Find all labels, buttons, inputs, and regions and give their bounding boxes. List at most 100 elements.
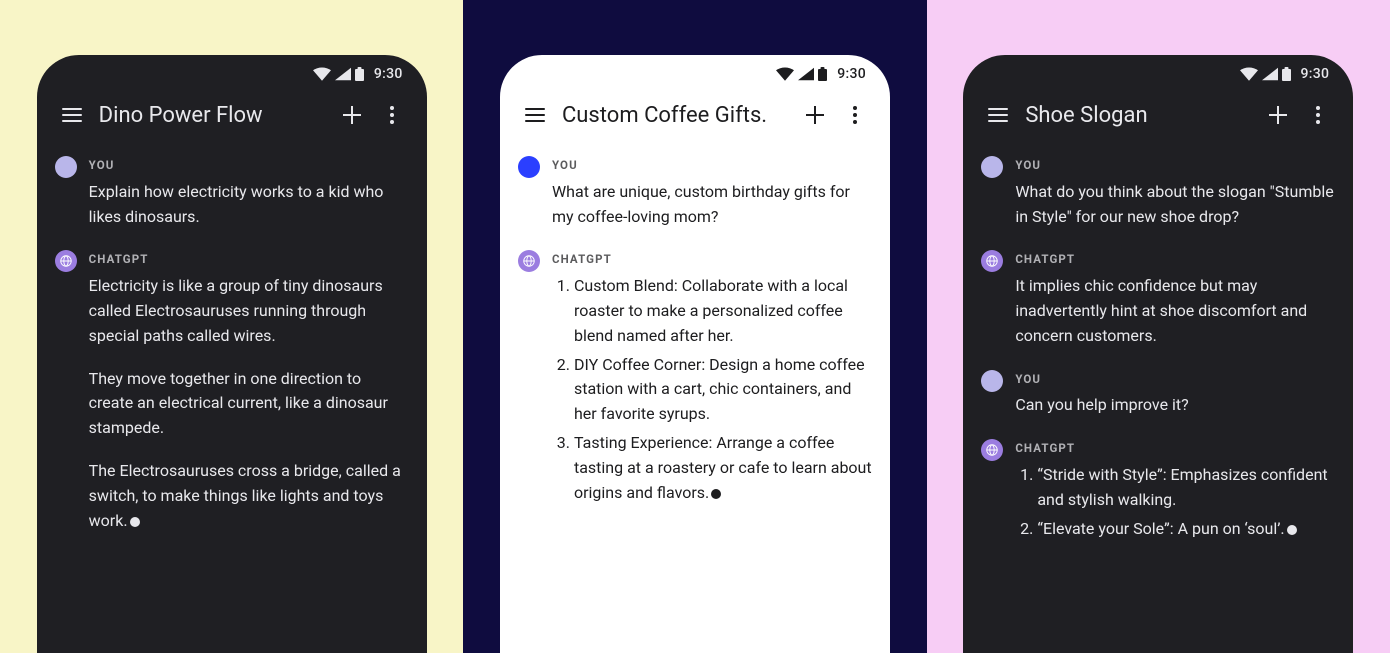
sender-label: CHATGPT	[89, 251, 409, 269]
message-content: It implies chic confidence but may inadv…	[1015, 276, 1311, 345]
battery-icon	[355, 67, 364, 81]
sender-label: CHATGPT	[1015, 440, 1335, 458]
panel: 9:30 Shoe Slogan YOU What do you think ab…	[927, 0, 1390, 653]
message-paragraph: Electricity is like a group of tiny dino…	[89, 274, 409, 348]
app-bar: Shoe Slogan	[981, 93, 1335, 137]
user-avatar	[55, 156, 77, 178]
assistant-message: CHATGPT Custom Blend: Collaborate with a …	[518, 251, 872, 505]
message-text: Custom Blend: Collaborate with a local r…	[552, 274, 872, 505]
message-list: Custom Blend: Collaborate with a local r…	[552, 274, 872, 505]
message-body: CHATGPT “Stride with Style”: Emphasizes c…	[1015, 440, 1335, 541]
message-list: “Stride with Style”: Emphasizes confiden…	[1015, 463, 1335, 541]
assistant-avatar	[981, 439, 1003, 461]
message-thread: YOU What do you think about the slogan "S…	[981, 157, 1335, 541]
message-body: CHATGPT Custom Blend: Collaborate with a …	[552, 251, 872, 505]
message-text: What do you think about the slogan "Stum…	[1015, 180, 1335, 230]
message-thread: YOU What are unique, custom birthday gift…	[518, 157, 872, 505]
battery-icon	[1282, 67, 1291, 81]
signal-icon	[1262, 67, 1278, 81]
hamburger-icon	[988, 108, 1008, 122]
message-text: Electricity is like a group of tiny dino…	[89, 274, 409, 533]
assistant-avatar	[981, 250, 1003, 272]
chat-title: Dino Power Flow	[99, 103, 329, 128]
message-body: YOU Explain how electricity works to a ki…	[89, 157, 409, 229]
message-body: YOU Can you help improve it?	[1015, 371, 1335, 419]
phone-frame: 9:30 Dino Power Flow YOU Explain how elec…	[37, 55, 427, 653]
signal-icon	[335, 67, 351, 81]
menu-button[interactable]	[55, 98, 89, 132]
hamburger-icon	[525, 108, 545, 122]
status-time: 9:30	[1301, 66, 1330, 82]
message-body: YOU What are unique, custom birthday gift…	[552, 157, 872, 229]
message-text: What are unique, custom birthday gifts f…	[552, 180, 872, 230]
menu-button[interactable]	[518, 98, 552, 132]
user-avatar	[518, 156, 540, 178]
status-bar: 9:30	[518, 55, 872, 93]
message-body: CHATGPT It implies chic confidence but ma…	[1015, 251, 1335, 348]
menu-button[interactable]	[981, 98, 1015, 132]
assistant-avatar	[55, 250, 77, 272]
signal-icon	[798, 67, 814, 81]
overflow-button[interactable]	[375, 98, 409, 132]
message-text: Can you help improve it?	[1015, 393, 1335, 418]
new-chat-button[interactable]	[1261, 98, 1295, 132]
plus-icon	[343, 106, 361, 124]
chat-title: Shoe Slogan	[1025, 103, 1255, 128]
message-paragraph: The Electrosauruses cross a bridge, call…	[89, 459, 409, 533]
phone-frame: 9:30 Shoe Slogan YOU What do you think ab…	[963, 55, 1353, 653]
sender-label: CHATGPT	[552, 251, 872, 269]
sender-label: YOU	[552, 157, 872, 175]
user-message: YOU Can you help improve it?	[981, 371, 1335, 419]
status-bar: 9:30	[981, 55, 1335, 93]
message-content: What do you think about the slogan "Stum…	[1015, 182, 1337, 226]
user-avatar	[981, 156, 1003, 178]
kebab-icon	[1316, 106, 1320, 124]
assistant-message: CHATGPT “Stride with Style”: Emphasizes c…	[981, 440, 1335, 541]
user-message: YOU What do you think about the slogan "S…	[981, 157, 1335, 229]
status-time: 9:30	[374, 66, 403, 82]
message-body: CHATGPT Electricity is like a group of ti…	[89, 251, 409, 533]
assistant-avatar	[518, 250, 540, 272]
user-avatar	[981, 370, 1003, 392]
user-message: YOU Explain how electricity works to a ki…	[55, 157, 409, 229]
plus-icon	[806, 106, 824, 124]
assistant-message: CHATGPT It implies chic confidence but ma…	[981, 251, 1335, 348]
wifi-icon	[776, 67, 794, 81]
typing-cursor-icon	[711, 489, 721, 499]
message-content: What are unique, custom birthday gifts f…	[552, 182, 854, 226]
list-item: “Elevate your Sole”: A pun on ‘soul’.	[1037, 517, 1335, 542]
list-item: “Stride with Style”: Emphasizes confiden…	[1037, 463, 1335, 513]
kebab-icon	[390, 106, 394, 124]
message-content: Explain how electricity works to a kid w…	[89, 182, 388, 226]
list-item: Tasting Experience: Arrange a coffee tas…	[574, 431, 872, 505]
list-item: Custom Blend: Collaborate with a local r…	[574, 274, 872, 348]
status-time: 9:30	[837, 66, 866, 82]
plus-icon	[1269, 106, 1287, 124]
phone-frame: 9:30 Custom Coffee Gifts. YOU What are un…	[500, 55, 890, 653]
message-text: “Stride with Style”: Emphasizes confiden…	[1015, 463, 1335, 541]
message-content: Can you help improve it?	[1015, 395, 1188, 414]
assistant-message: CHATGPT Electricity is like a group of ti…	[55, 251, 409, 533]
overflow-button[interactable]	[1301, 98, 1335, 132]
user-message: YOU What are unique, custom birthday gift…	[518, 157, 872, 229]
typing-cursor-icon	[130, 517, 140, 527]
message-thread: YOU Explain how electricity works to a ki…	[55, 157, 409, 533]
sender-label: YOU	[1015, 371, 1335, 389]
message-paragraph: They move together in one direction to c…	[89, 367, 409, 441]
list-item: DIY Coffee Corner: Design a home coffee …	[574, 353, 872, 427]
panel: 9:30 Dino Power Flow YOU Explain how elec…	[0, 0, 463, 653]
overflow-button[interactable]	[838, 98, 872, 132]
chat-title: Custom Coffee Gifts.	[562, 103, 792, 128]
sender-label: YOU	[89, 157, 409, 175]
wifi-icon	[1240, 67, 1258, 81]
hamburger-icon	[62, 108, 82, 122]
message-text: Explain how electricity works to a kid w…	[89, 180, 409, 230]
message-body: YOU What do you think about the slogan "S…	[1015, 157, 1335, 229]
sender-label: YOU	[1015, 157, 1335, 175]
new-chat-button[interactable]	[335, 98, 369, 132]
sender-label: CHATGPT	[1015, 251, 1335, 269]
new-chat-button[interactable]	[798, 98, 832, 132]
battery-icon	[818, 67, 827, 81]
app-bar: Dino Power Flow	[55, 93, 409, 137]
panel: 9:30 Custom Coffee Gifts. YOU What are un…	[463, 0, 926, 653]
